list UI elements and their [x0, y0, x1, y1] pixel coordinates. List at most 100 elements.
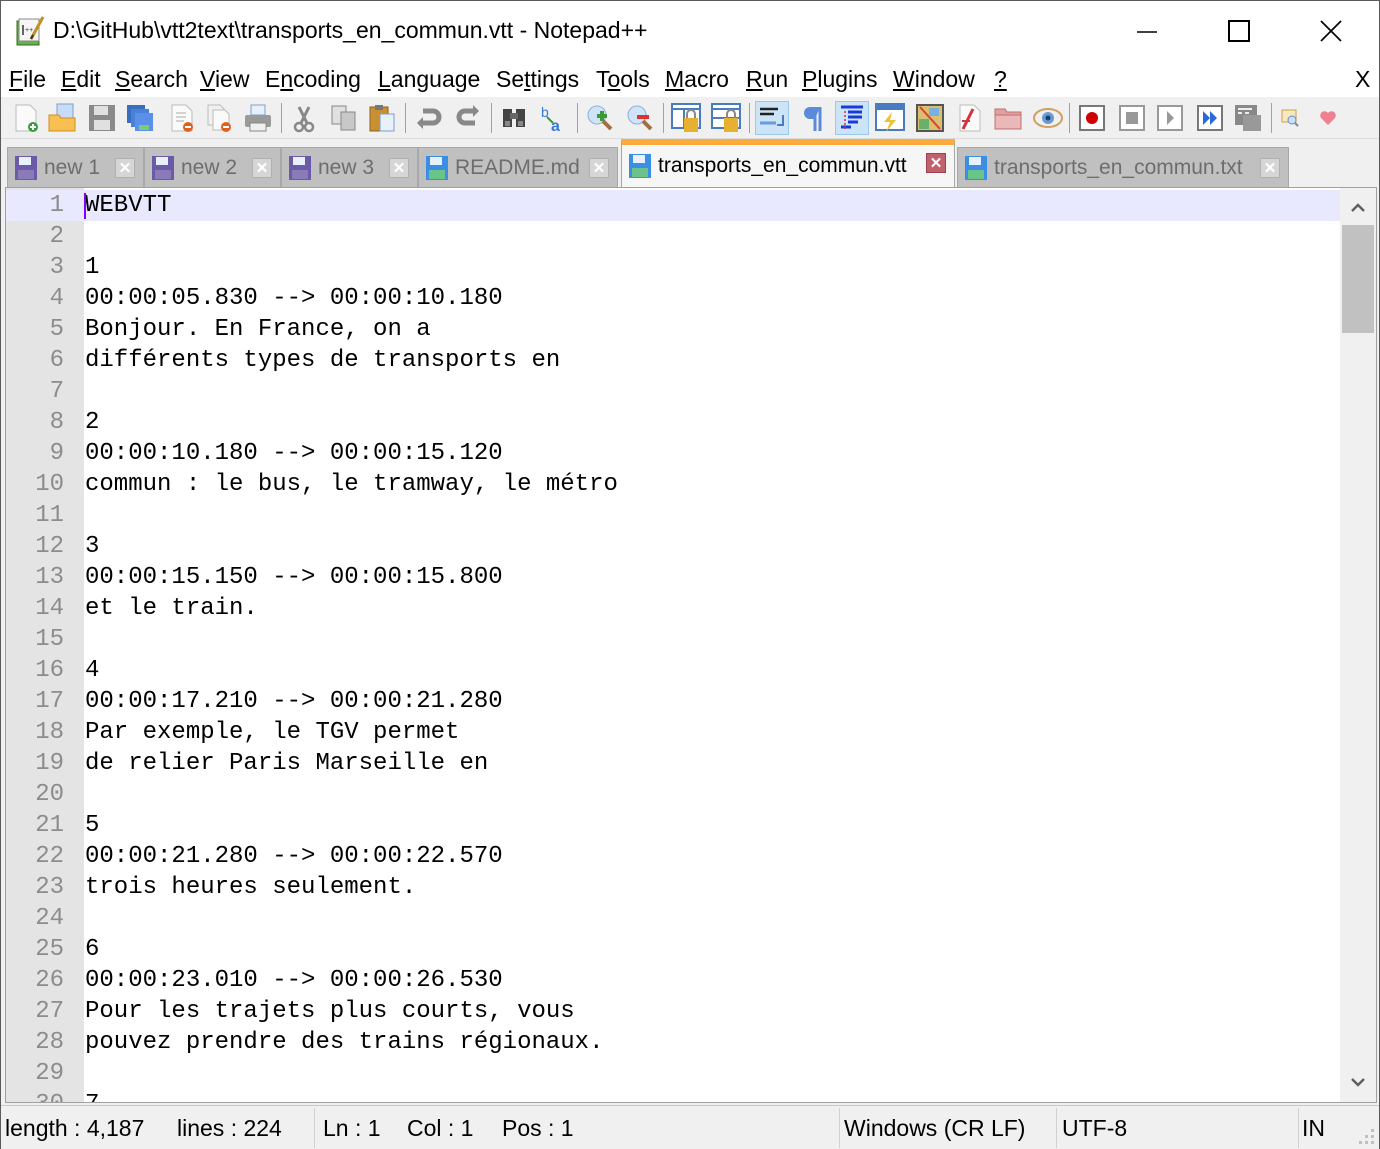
vertical-scrollbar[interactable]	[1340, 188, 1376, 1102]
editor-line[interactable]: 9 00:00:10.180 --> 00:00:15.120	[6, 438, 1342, 469]
menu-item[interactable]: ?	[994, 66, 1007, 93]
menu-item[interactable]: Search	[115, 66, 188, 93]
editor-line[interactable]: 14 et le train.	[6, 593, 1342, 624]
user-defined-language-button[interactable]	[873, 101, 907, 135]
menu-item[interactable]: Settings	[496, 66, 579, 93]
save-macro-button[interactable]	[1231, 101, 1265, 135]
editor-line[interactable]: 1 WEBVTT	[6, 190, 1342, 221]
menu-item[interactable]: Run	[746, 66, 788, 93]
editor-line[interactable]: 15	[6, 624, 1342, 655]
tab[interactable]: new 3 ✕	[281, 147, 418, 187]
tab[interactable]: new 2 ✕	[144, 147, 281, 187]
menu-item[interactable]: Macro	[665, 66, 729, 93]
sync-vertical-scroll-button[interactable]	[669, 101, 703, 135]
tab-close-button[interactable]: ✕	[252, 158, 272, 178]
editor-line[interactable]: 5 Bonjour. En France, on a	[6, 314, 1342, 345]
menu-item[interactable]: Window	[893, 66, 975, 93]
find-button[interactable]	[497, 101, 531, 135]
editor-line[interactable]: 23 trois heures seulement.	[6, 872, 1342, 903]
favorite-button[interactable]	[1311, 101, 1345, 135]
tab[interactable]: new 1 ✕	[7, 147, 144, 187]
word-wrap-button[interactable]	[755, 101, 789, 135]
sync-horizontal-scroll-button[interactable]	[709, 101, 743, 135]
document-map-button[interactable]	[913, 101, 947, 135]
zoom-out-button[interactable]	[623, 101, 657, 135]
minimize-button[interactable]	[1101, 1, 1193, 61]
editor-line[interactable]: 31	[6, 252, 1342, 283]
start-recording-button[interactable]	[1075, 101, 1109, 135]
scrollbar-thumb[interactable]	[1342, 225, 1374, 333]
editor-line[interactable]: 12 3	[6, 531, 1342, 562]
print-button[interactable]	[241, 101, 275, 135]
editor-line[interactable]: 10 commun : le bus, le tramway, le métro	[6, 469, 1342, 500]
redo-button[interactable]	[451, 101, 485, 135]
editor-line[interactable]: 27 Pour les trajets plus courts, vous	[6, 996, 1342, 1027]
editor-line[interactable]: 4 00:00:05.830 --> 00:00:10.180	[6, 283, 1342, 314]
editor-line[interactable]: 21 5	[6, 810, 1342, 841]
save-button[interactable]	[85, 101, 119, 135]
show-all-characters-button[interactable]	[795, 101, 829, 135]
tab[interactable]: transports_en_commun.vtt ✕	[621, 139, 955, 187]
text-editor[interactable]: 1 WEBVTT 2 3 1 4 00:00:05.830 --> 00:00:10.180…	[5, 187, 1377, 1103]
menu-item[interactable]: Tools	[596, 66, 650, 93]
editor-line[interactable]: 6 différents types de transports en	[6, 345, 1342, 376]
editor-line[interactable]: 18 Par exemple, le TGV permet	[6, 717, 1342, 748]
editor-line[interactable]: 7	[6, 376, 1342, 407]
preview-button[interactable]	[1273, 101, 1307, 135]
line-number: 21	[35, 812, 64, 839]
run-macro-multiple-button[interactable]	[1193, 101, 1227, 135]
folder-as-workspace-button[interactable]	[991, 101, 1025, 135]
tab[interactable]: transports_en_commun.txt ✕	[957, 147, 1289, 187]
editor-line[interactable]: 30 7	[6, 1089, 1342, 1102]
cut-button[interactable]	[287, 101, 321, 135]
editor-line[interactable]: 82	[6, 407, 1342, 438]
close-document-button[interactable]: X	[1355, 66, 1370, 93]
editor-line[interactable]: 17 00:00:17.210 --> 00:00:21.280	[6, 686, 1342, 717]
menu-item[interactable]: Plugins	[802, 66, 877, 93]
tab-close-button[interactable]: ✕	[926, 153, 946, 173]
editor-line[interactable]: 2	[6, 221, 1342, 252]
playback-button[interactable]	[1153, 101, 1187, 135]
editor-line[interactable]: 24	[6, 903, 1342, 934]
tab-close-button[interactable]: ✕	[389, 158, 409, 178]
editor-line[interactable]: 29	[6, 1058, 1342, 1089]
editor-line[interactable]: 13 00:00:15.150 --> 00:00:15.800	[6, 562, 1342, 593]
menu-item[interactable]: Language	[378, 66, 480, 93]
editor-line[interactable]: 20	[6, 779, 1342, 810]
menu-item[interactable]: Edit	[61, 66, 101, 93]
editor-line[interactable]: 25 6	[6, 934, 1342, 965]
replace-button[interactable]: ba	[537, 101, 571, 135]
tab-close-button[interactable]: ✕	[115, 158, 135, 178]
open-file-button[interactable]	[45, 101, 79, 135]
menu-item[interactable]: View	[200, 66, 249, 93]
menu-item[interactable]: File	[9, 66, 46, 93]
undo-button[interactable]	[411, 101, 445, 135]
new-file-button[interactable]	[9, 101, 43, 135]
scroll-up-button[interactable]	[1340, 194, 1376, 222]
tab-close-button[interactable]: ✕	[589, 158, 609, 178]
tab[interactable]: README.md ✕	[418, 147, 618, 187]
maximize-button[interactable]	[1193, 1, 1285, 61]
resize-grip-icon[interactable]	[1359, 1129, 1375, 1145]
copy-button[interactable]	[327, 101, 361, 135]
save-all-button[interactable]	[123, 101, 157, 135]
scroll-down-button[interactable]	[1340, 1068, 1376, 1096]
stop-recording-button[interactable]	[1115, 101, 1149, 135]
notepad-plus-plus-app-icon: ++	[16, 16, 45, 46]
indent-guide-button[interactable]	[835, 101, 869, 135]
function-list-button[interactable]	[953, 101, 987, 135]
zoom-in-button[interactable]	[583, 101, 617, 135]
editor-line[interactable]: 22 00:00:21.280 --> 00:00:22.570	[6, 841, 1342, 872]
editor-line[interactable]: 11	[6, 500, 1342, 531]
monitoring-button[interactable]	[1031, 101, 1065, 135]
menu-item[interactable]: Encoding	[265, 66, 361, 93]
editor-line[interactable]: 28 pouvez prendre des trains régionaux.	[6, 1027, 1342, 1058]
close-window-button[interactable]	[1285, 1, 1377, 61]
paste-button[interactable]	[365, 101, 399, 135]
editor-line[interactable]: 19 de relier Paris Marseille en	[6, 748, 1342, 779]
close-file-button[interactable]	[165, 101, 199, 135]
editor-line[interactable]: 16 4	[6, 655, 1342, 686]
editor-line[interactable]: 26 00:00:23.010 --> 00:00:26.530	[6, 965, 1342, 996]
tab-close-button[interactable]: ✕	[1260, 158, 1280, 178]
close-all-button[interactable]	[203, 101, 237, 135]
